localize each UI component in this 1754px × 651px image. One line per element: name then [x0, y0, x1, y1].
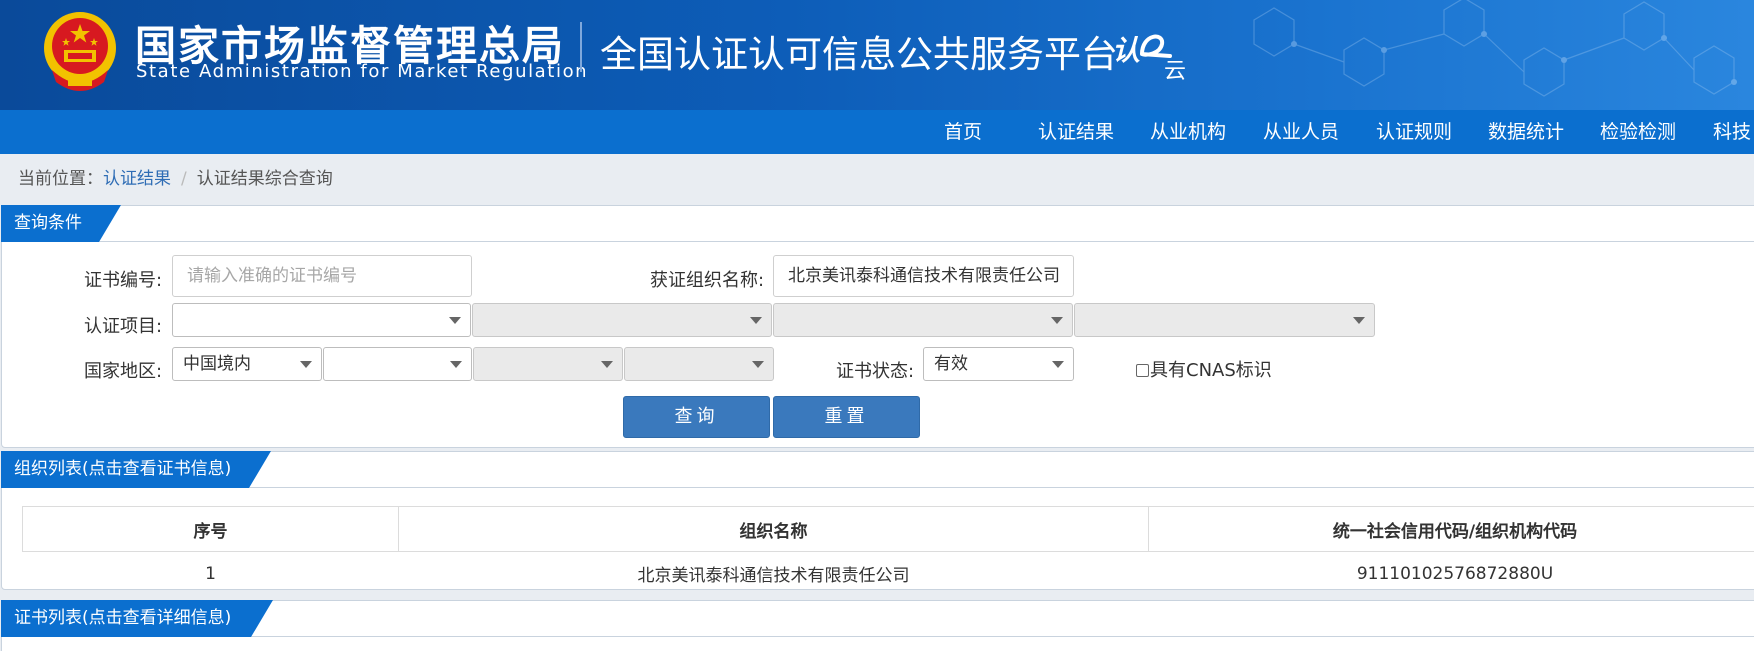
chevron-down-icon	[450, 361, 462, 368]
status-select[interactable]: 有效	[923, 347, 1074, 381]
platform-title: 全国认证认可信息公共服务平台	[600, 33, 1118, 76]
table-row[interactable]: 1 北京美讯泰科通信技术有限责任公司 91110102576872880U	[23, 552, 1754, 596]
column-header-index: 序号	[22, 506, 399, 552]
breadcrumb-separator: /	[181, 169, 187, 189]
chevron-down-icon	[300, 361, 312, 368]
query-panel-title: 查询条件	[1, 205, 121, 242]
chevron-down-icon	[1353, 317, 1365, 324]
svg-text:云: 云	[1164, 59, 1186, 82]
org-name-label: 获证组织名称:	[650, 270, 765, 291]
nav-technology[interactable]: 科技	[1713, 110, 1751, 154]
cert-no-input[interactable]: 请输入准确的证书编号	[172, 255, 472, 297]
main-navigation: 首页 认证结果 从业机构 从业人员 认证规则 数据统计 检验检测 科技	[0, 110, 1754, 154]
project-select-2[interactable]	[472, 303, 772, 337]
column-header-org-name: 组织名称	[398, 506, 1149, 552]
project-select-4[interactable]	[1074, 303, 1375, 337]
region-select-value: 中国境内	[183, 354, 251, 374]
svg-text:认: 认	[1112, 34, 1140, 67]
query-panel: 查询条件 证书编号: 请输入准确的证书编号 获证组织名称: 北京美讯泰科通信技术…	[1, 205, 1754, 448]
header-divider	[580, 22, 582, 72]
region-select-province[interactable]	[323, 347, 472, 381]
org-list-panel: 组织列表(点击查看证书信息) 序号 组织名称 统一社会信用代码/组织机构代码 1…	[1, 451, 1754, 590]
breadcrumb-link-cert-results[interactable]: 认证结果	[103, 169, 171, 189]
cert-list-header: 证书列表(点击查看详细信息)	[2, 601, 1754, 637]
nav-practitioners[interactable]: 从业人员	[1263, 110, 1339, 154]
nav-cert-results[interactable]: 认证结果	[1038, 110, 1114, 154]
search-button[interactable]: 查询	[623, 396, 770, 438]
project-label: 认证项目:	[84, 316, 163, 337]
cert-no-label: 证书编号:	[84, 270, 163, 291]
org-table: 序号 组织名称 统一社会信用代码/组织机构代码 1 北京美讯泰科通信技术有限责任…	[22, 506, 1754, 596]
cnas-checkbox-row[interactable]: 具有CNAS标识	[1136, 356, 1272, 382]
region-select-district[interactable]	[624, 347, 774, 381]
national-emblem-icon	[44, 12, 116, 91]
nav-statistics[interactable]: 数据统计	[1488, 110, 1564, 154]
status-label: 证书状态:	[836, 361, 915, 382]
header-banner: 国家市场监督管理总局 State Administration for Mark…	[0, 0, 1754, 110]
region-select-city[interactable]	[473, 347, 623, 381]
breadcrumb: 当前位置：认证结果 / 认证结果综合查询	[18, 164, 333, 189]
project-select-1[interactable]	[172, 303, 471, 337]
cnas-checkbox-label: 具有CNAS标识	[1150, 360, 1272, 381]
nav-institutions[interactable]: 从业机构	[1150, 110, 1226, 154]
reset-button[interactable]: 重置	[773, 396, 920, 438]
breadcrumb-prefix: 当前位置：	[18, 169, 103, 189]
row-credit-code: 91110102576872880U	[1356, 563, 1554, 584]
agency-name-english: State Administration for Market Regulati…	[136, 61, 589, 82]
chevron-down-icon	[750, 317, 762, 324]
nav-home[interactable]: 首页	[944, 110, 982, 154]
hexagon-pattern-decoration	[1253, 0, 1737, 97]
chevron-down-icon	[449, 317, 461, 324]
region-select-country[interactable]: 中国境内	[172, 347, 322, 381]
chevron-down-icon	[601, 361, 613, 368]
query-panel-header: 查询条件	[2, 206, 1754, 242]
nav-cert-rules[interactable]: 认证规则	[1376, 110, 1452, 154]
org-list-header: 组织列表(点击查看证书信息)	[2, 452, 1754, 488]
cnas-checkbox[interactable]	[1136, 364, 1149, 377]
chevron-down-icon	[1051, 317, 1063, 324]
chevron-down-icon	[1052, 361, 1064, 368]
row-org-name[interactable]: 北京美讯泰科通信技术有限责任公司	[399, 552, 1149, 596]
nav-inspection[interactable]: 检验检测	[1600, 110, 1676, 154]
cert-list-panel: 证书列表(点击查看详细信息)	[1, 600, 1754, 651]
project-select-3[interactable]	[773, 303, 1073, 337]
org-name-input[interactable]: 北京美讯泰科通信技术有限责任公司	[773, 255, 1074, 297]
column-header-credit-code: 统一社会信用代码/组织机构代码	[1148, 506, 1754, 552]
org-table-header-row: 序号 组织名称 统一社会信用代码/组织机构代码	[22, 506, 1754, 552]
renzheng-cloud-logo: 认 云	[1112, 34, 1186, 82]
cert-list-title: 证书列表(点击查看详细信息)	[1, 600, 273, 637]
chevron-down-icon	[752, 361, 764, 368]
breadcrumb-current: 认证结果综合查询	[196, 169, 333, 189]
row-index: 1	[205, 563, 216, 584]
org-list-title: 组织列表(点击查看证书信息)	[1, 451, 271, 488]
status-select-value: 有效	[934, 354, 968, 374]
region-label: 国家地区:	[84, 361, 163, 382]
